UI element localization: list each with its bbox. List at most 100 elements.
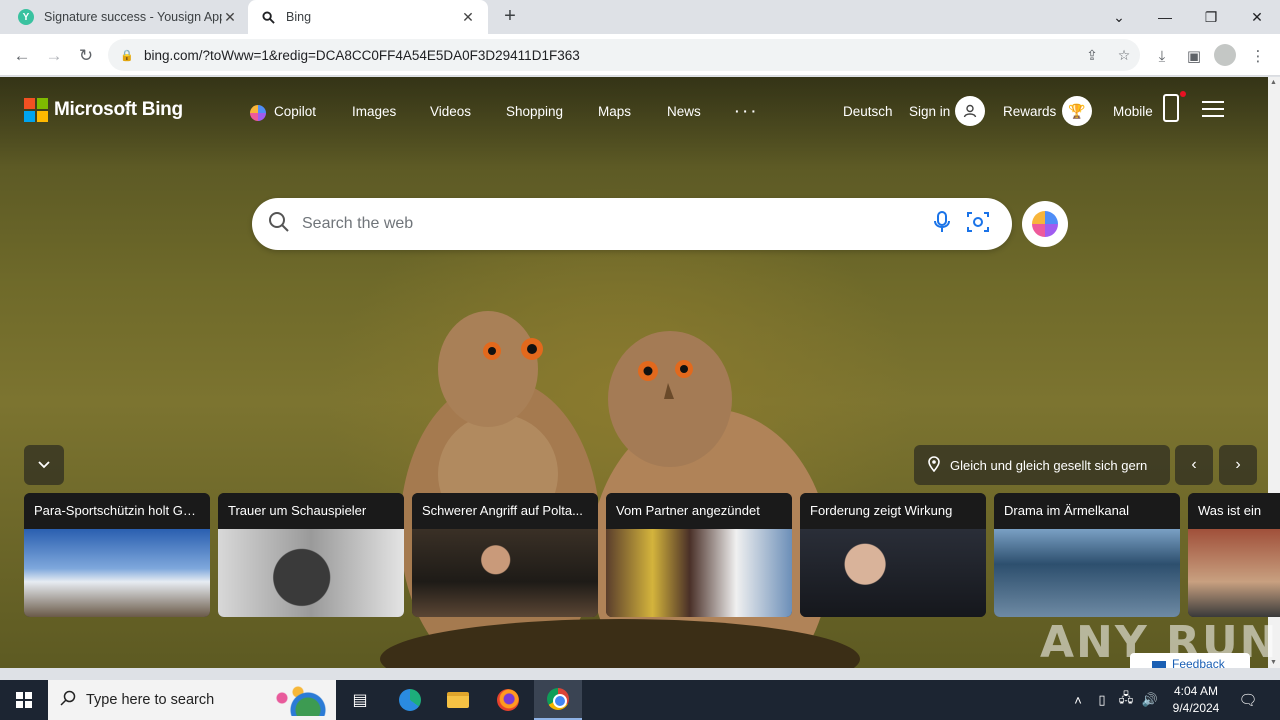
feedback-label: Feedback — [1172, 657, 1225, 668]
news-card-image — [412, 529, 598, 617]
nav-videos[interactable]: Videos — [430, 104, 471, 119]
mobile-link[interactable]: Mobile — [1113, 104, 1153, 119]
close-tab-icon[interactable]: ✕ — [222, 9, 238, 26]
address-bar[interactable]: 🔒 bing.com/?toWww=1&redig=DCA8CC0FF4A54E… — [108, 39, 1140, 71]
network-icon[interactable]: 🖧 — [1116, 680, 1136, 720]
notification-dot — [1180, 91, 1186, 97]
search-highlight-icon — [268, 684, 328, 716]
news-card[interactable]: Was ist ein — [1188, 493, 1280, 617]
microphone-icon[interactable] — [924, 210, 960, 238]
news-card-title: Drama im Ärmelkanal — [994, 493, 1180, 529]
location-pin-icon — [928, 455, 940, 475]
news-card-title: Para-Sportschützin holt Go... — [24, 493, 210, 529]
news-card[interactable]: Para-Sportschützin holt Go... — [24, 493, 210, 617]
forward-button[interactable]: → — [40, 42, 68, 70]
feedback-button[interactable]: Feedback — [1130, 653, 1250, 668]
search-icon — [260, 9, 276, 25]
search-icon — [268, 211, 292, 238]
news-card-title: Trauer um Schauspieler — [218, 493, 404, 529]
close-window-button[interactable]: ✕ — [1234, 0, 1280, 34]
device-icon[interactable]: ▯ — [1092, 680, 1112, 720]
next-image-button[interactable]: › — [1219, 445, 1257, 485]
news-card[interactable]: Schwerer Angriff auf Polta... — [412, 493, 598, 617]
show-hidden-icons[interactable]: ˄ — [1068, 680, 1088, 720]
news-card[interactable]: Trauer um Schauspieler — [218, 493, 404, 617]
news-card-image — [606, 529, 792, 617]
news-card-image — [994, 529, 1180, 617]
trophy-icon[interactable]: 🏆 — [1062, 96, 1092, 126]
news-card-image — [24, 529, 210, 617]
sign-in-link[interactable]: Sign in — [909, 104, 950, 119]
taskbar-search[interactable]: Type here to search — [48, 680, 336, 720]
news-carousel: Para-Sportschützin holt Go... Trauer um … — [24, 493, 1280, 617]
profile-avatar[interactable] — [1214, 44, 1236, 66]
news-card-image — [800, 529, 986, 617]
tab-bing[interactable]: Bing ✕ — [248, 0, 488, 34]
download-icon[interactable]: ⤓ — [1148, 42, 1176, 70]
reload-button[interactable]: ↻ — [72, 42, 100, 70]
restore-button[interactable]: ❐ — [1188, 0, 1234, 34]
start-button[interactable] — [0, 680, 48, 720]
nav-images[interactable]: Images — [352, 104, 396, 119]
search-input[interactable] — [302, 215, 924, 233]
new-tab-button[interactable]: + — [498, 5, 522, 29]
bing-homepage: Microsoft Bing Copilot Images Videos Sho… — [0, 77, 1280, 668]
system-clock[interactable]: 4:04 AM 9/4/2024 — [1166, 683, 1226, 717]
file-explorer-icon[interactable] — [434, 680, 482, 720]
nav-news[interactable]: News — [667, 104, 701, 119]
tab-yousign[interactable]: Y Signature success - Yousign App ✕ — [8, 0, 248, 34]
side-panel-icon[interactable]: ▣ — [1180, 42, 1208, 70]
nav-shopping[interactable]: Shopping — [506, 104, 563, 119]
language-link[interactable]: Deutsch — [843, 104, 893, 119]
tab-title: Signature success - Yousign App — [44, 10, 222, 24]
url-text[interactable]: bing.com/?toWww=1&redig=DCA8CC0FF4A54E5D… — [144, 48, 1076, 63]
clock-date: 9/4/2024 — [1172, 701, 1220, 715]
news-card[interactable]: Forderung zeigt Wirkung — [800, 493, 986, 617]
mobile-phone-icon[interactable] — [1163, 94, 1179, 122]
edge-icon[interactable] — [386, 680, 434, 720]
search-box[interactable] — [252, 198, 1012, 250]
yousign-icon: Y — [18, 9, 34, 25]
close-tab-icon[interactable]: ✕ — [460, 9, 476, 26]
bing-top-nav: Copilot Images Videos Shopping Maps News… — [0, 91, 1280, 126]
visual-search-icon[interactable] — [960, 211, 996, 238]
news-card[interactable]: Vom Partner angezündet — [606, 493, 792, 617]
minimize-button[interactable]: — — [1142, 0, 1188, 34]
copilot-icon — [250, 105, 266, 121]
tab-search-icon[interactable]: ⌄ — [1096, 0, 1142, 34]
bookmark-star-icon[interactable]: ☆ — [1108, 47, 1140, 64]
lock-icon[interactable]: 🔒 — [120, 49, 134, 62]
volume-icon[interactable]: 🔊 — [1140, 680, 1160, 720]
hamburger-menu-icon[interactable] — [1202, 101, 1224, 117]
chrome-icon[interactable] — [534, 680, 582, 720]
tab-title: Bing — [286, 10, 312, 24]
copilot-button[interactable] — [1022, 201, 1068, 247]
tab-strip: Y Signature success - Yousign App ✕ Bing… — [0, 0, 1280, 34]
menu-kebab-icon[interactable]: ⋮ — [1244, 42, 1272, 70]
collapse-feed-button[interactable] — [24, 445, 64, 485]
nav-maps[interactable]: Maps — [598, 104, 631, 119]
news-card-title: Schwerer Angriff auf Polta... — [412, 493, 598, 529]
nav-more[interactable]: · · · — [735, 104, 756, 119]
rewards-link[interactable]: Rewards — [1003, 104, 1056, 119]
nav-copilot[interactable]: Copilot — [274, 104, 316, 119]
caption-text: Gleich und gleich gesellt sich gern — [950, 457, 1148, 473]
notification-icon[interactable]: 🗨 — [1232, 680, 1264, 720]
previous-image-button[interactable]: ‹ — [1175, 445, 1213, 485]
news-card[interactable]: Drama im Ärmelkanal — [994, 493, 1180, 617]
task-view-icon[interactable]: ▤ — [336, 680, 384, 720]
news-card-title: Forderung zeigt Wirkung — [800, 493, 986, 529]
windows-logo-icon — [16, 692, 32, 708]
news-card-image — [218, 529, 404, 617]
news-card-title: Was ist ein — [1188, 493, 1280, 529]
news-card-title: Vom Partner angezündet — [606, 493, 792, 529]
firefox-icon[interactable] — [484, 680, 532, 720]
clock-time: 4:04 AM — [1173, 684, 1219, 698]
user-avatar-icon[interactable] — [955, 96, 985, 126]
image-caption[interactable]: Gleich und gleich gesellt sich gern — [914, 445, 1170, 485]
share-icon[interactable]: ⇪ — [1076, 47, 1108, 64]
copilot-icon — [1032, 211, 1058, 237]
windows-taskbar: Type here to search ▤ ˄ ▯ 🖧 🔊 4:04 AM 9/… — [0, 680, 1280, 720]
back-button[interactable]: ← — [8, 42, 36, 70]
news-card-image — [1188, 529, 1280, 617]
